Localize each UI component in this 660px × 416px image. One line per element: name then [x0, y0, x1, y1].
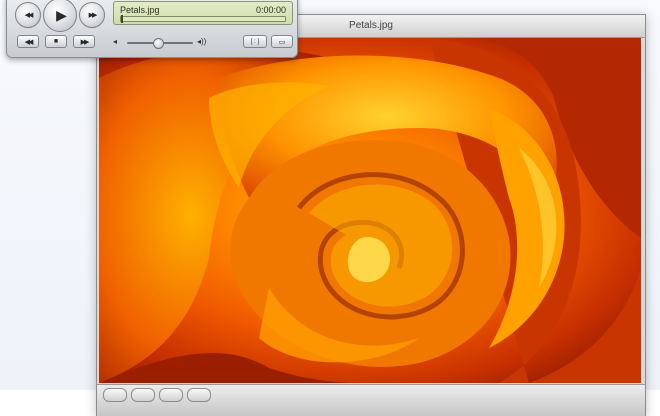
step-forward-button[interactable]: ▶▶: [73, 35, 95, 48]
image-viewer-window: Petals.jpg: [96, 14, 646, 416]
toolbar-button-1[interactable]: [103, 388, 127, 402]
volume-high-icon: ◂)): [197, 37, 207, 46]
fullscreen-icon: ▭: [278, 38, 286, 46]
rewind-button[interactable]: ◀◀: [15, 2, 41, 28]
fullscreen-button[interactable]: ▭: [271, 35, 293, 48]
stop-button[interactable]: ■: [45, 35, 67, 48]
volume-slider[interactable]: [127, 38, 193, 49]
playhead[interactable]: [121, 15, 123, 23]
rose-petals-illustration: [99, 38, 641, 383]
fast-forward-button[interactable]: ▶▶: [79, 2, 105, 28]
toolbar-button-3[interactable]: [159, 388, 183, 402]
step-forward-icon: ▶▶: [80, 38, 90, 46]
lcd-display: Petals.jpg 0:00:00: [113, 1, 293, 25]
rewind-icon: ◀◀: [24, 11, 34, 19]
fast-forward-icon: ▶▶: [88, 11, 98, 19]
size-icon: [ : ]: [250, 38, 260, 45]
toolbar-button-2[interactable]: [131, 388, 155, 402]
viewer-toolbar: [97, 384, 645, 416]
volume-low-icon: ◂: [113, 37, 118, 46]
play-button[interactable]: ▶: [43, 0, 77, 32]
timeline-scrubber[interactable]: [120, 15, 286, 23]
toolbar-button-4[interactable]: [187, 388, 211, 402]
volume-slider-knob[interactable]: [152, 38, 164, 49]
file-name-label: Petals.jpg: [120, 5, 160, 15]
rose-photo: [99, 38, 641, 383]
step-back-icon: ◀◀: [24, 38, 34, 46]
step-back-button[interactable]: ◀◀: [17, 35, 39, 48]
media-player-controller: ◀◀ ▶ ▶▶ Petals.jpg 0:00:00 ◀◀ ■ ▶▶ ◂ ◂))…: [6, 0, 298, 58]
size-button[interactable]: [ : ]: [243, 35, 267, 48]
time-readout: 0:00:00: [255, 5, 286, 15]
play-icon: ▶: [56, 7, 67, 23]
stop-icon: ■: [53, 38, 59, 45]
